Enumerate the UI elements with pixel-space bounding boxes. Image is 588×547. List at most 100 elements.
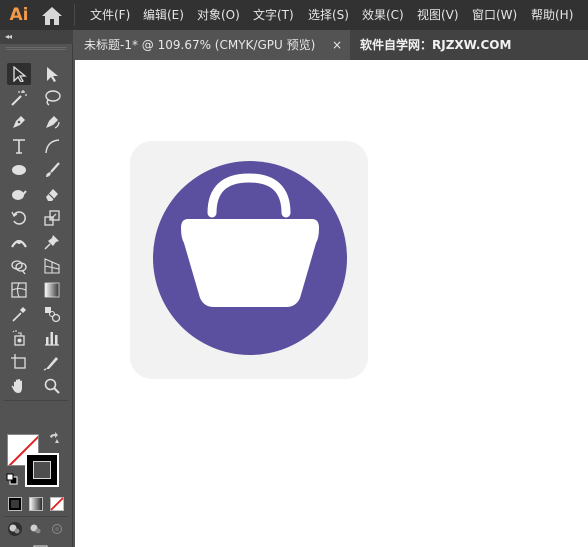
arc-icon xyxy=(45,139,60,154)
pin-icon xyxy=(44,235,59,250)
selection-arrow-icon xyxy=(13,66,27,82)
draw-behind-icon xyxy=(30,524,41,534)
pen-tool[interactable] xyxy=(7,111,31,133)
ellipse-tool[interactable] xyxy=(7,159,31,181)
screen-mode-button[interactable] xyxy=(24,543,50,547)
perspective-grid-icon xyxy=(44,258,60,274)
menu-divider xyxy=(74,4,75,26)
menu-help[interactable]: 帮助(H) xyxy=(531,0,573,30)
slice-tool[interactable] xyxy=(40,351,64,373)
zoom-magnifier-icon xyxy=(44,378,60,394)
hand-icon xyxy=(11,379,22,393)
ellipse-icon xyxy=(12,165,26,175)
rotate-tool[interactable] xyxy=(7,207,31,229)
tab-watermark: 软件自学网：RJZXW.COM xyxy=(350,30,588,60)
none-mode-button[interactable] xyxy=(48,495,66,513)
home-icon xyxy=(42,7,62,25)
draw-behind-button[interactable] xyxy=(26,520,46,538)
stroke-swatch-inner xyxy=(33,461,51,479)
watermark-label: 软件自学网：RJZXW.COM xyxy=(360,38,512,52)
artboard-canvas[interactable] xyxy=(75,60,588,547)
magic-wand-icon xyxy=(11,90,27,106)
selection-tool[interactable] xyxy=(7,63,31,85)
menu-file[interactable]: 文件(F) xyxy=(90,0,130,30)
menu-window[interactable]: 窗口(W) xyxy=(472,0,517,30)
none-swatch-icon xyxy=(50,497,64,511)
width-icon xyxy=(11,239,27,248)
collapse-icon[interactable]: ◂◂ xyxy=(5,30,12,44)
perspective-grid-tool[interactable] xyxy=(40,255,64,277)
swap-fill-stroke[interactable] xyxy=(44,429,64,449)
gradient-icon xyxy=(44,282,60,298)
panel-grip[interactable] xyxy=(6,47,66,50)
menu-object[interactable]: 对象(O) xyxy=(197,0,240,30)
paintbrush-tool[interactable] xyxy=(40,159,64,181)
eyedropper-tool[interactable] xyxy=(7,303,31,325)
blend-icon xyxy=(45,307,61,323)
menu-edit[interactable]: 编辑(E) xyxy=(143,0,184,30)
tools-panel-header: ◂◂ xyxy=(0,30,73,44)
default-colors-icon xyxy=(6,473,18,485)
rotate-icon xyxy=(11,211,26,225)
scale-icon xyxy=(44,210,60,226)
blend-tool[interactable] xyxy=(40,303,64,325)
magic-wand-tool[interactable] xyxy=(7,87,31,109)
eyedropper-icon xyxy=(12,307,26,322)
slice-knife-icon xyxy=(43,357,58,371)
scale-tool[interactable] xyxy=(40,207,64,229)
tools-panel: ◂◂ xyxy=(0,30,73,547)
draw-inside-button[interactable] xyxy=(47,520,67,538)
shaper-tool[interactable] xyxy=(7,183,31,205)
eraser-icon xyxy=(46,189,58,201)
stroke-swatch[interactable] xyxy=(25,453,59,487)
artboard-tool[interactable] xyxy=(7,351,31,373)
curvature-tool[interactable] xyxy=(40,111,64,133)
tab-document[interactable]: 未标题-1* @ 109.67% (CMYK/GPU 预览) × xyxy=(75,30,350,60)
color-mode-button[interactable] xyxy=(6,495,24,513)
default-fill-stroke[interactable] xyxy=(4,471,20,487)
curvature-icon xyxy=(46,116,60,129)
eraser-tool[interactable] xyxy=(40,183,64,205)
gradient-mode-button[interactable] xyxy=(27,495,45,513)
home-button[interactable] xyxy=(40,6,64,26)
paintbrush-icon xyxy=(46,162,60,177)
draw-normal-icon xyxy=(8,522,22,536)
draw-inside-icon xyxy=(52,524,62,534)
menu-effect[interactable]: 效果(C) xyxy=(362,0,404,30)
hand-tool[interactable] xyxy=(7,375,31,397)
type-tool[interactable] xyxy=(7,135,31,157)
color-icon xyxy=(8,497,22,511)
mesh-icon xyxy=(11,282,27,298)
pen-icon xyxy=(13,116,25,128)
symbol-sprayer-tool[interactable] xyxy=(7,327,31,349)
arc-tool[interactable] xyxy=(40,135,64,157)
shape-builder-icon xyxy=(11,260,27,275)
tools-divider xyxy=(4,516,68,517)
direct-selection-tool[interactable] xyxy=(40,63,64,85)
width-tool[interactable] xyxy=(7,231,31,253)
puppet-warp-tool[interactable] xyxy=(40,231,64,253)
mesh-tool[interactable] xyxy=(7,279,31,301)
column-graph-icon xyxy=(45,332,59,346)
swap-arrow-icon xyxy=(50,432,59,443)
shape-builder-tool[interactable] xyxy=(7,255,31,277)
draw-normal-button[interactable] xyxy=(5,520,25,538)
direct-selection-arrow-icon xyxy=(47,67,58,82)
gradient-tool[interactable] xyxy=(40,279,64,301)
app-logo: Ai xyxy=(9,5,29,25)
menu-bar: Ai 文件(F) 编辑(E) 对象(O) 文字(T) 选择(S) 效果(C) 视… xyxy=(0,0,588,30)
document-tab-bar: 未标题-1* @ 109.67% (CMYK/GPU 预览) × 软件自学网：R… xyxy=(75,30,588,60)
menu-view[interactable]: 视图(V) xyxy=(417,0,459,30)
tab-document-label: 未标题-1* @ 109.67% (CMYK/GPU 预览) xyxy=(84,38,316,52)
shopping-bag-icon[interactable] xyxy=(130,141,368,379)
lasso-icon xyxy=(45,90,61,106)
column-graph-tool[interactable] xyxy=(40,327,64,349)
symbol-sprayer-icon xyxy=(12,330,25,346)
bag-body xyxy=(181,219,319,307)
tools-divider xyxy=(4,400,68,401)
menu-type[interactable]: 文字(T) xyxy=(253,0,294,30)
menu-select[interactable]: 选择(S) xyxy=(308,0,349,30)
lasso-tool[interactable] xyxy=(40,87,64,109)
tab-close-icon[interactable]: × xyxy=(329,30,345,60)
zoom-tool[interactable] xyxy=(40,375,64,397)
